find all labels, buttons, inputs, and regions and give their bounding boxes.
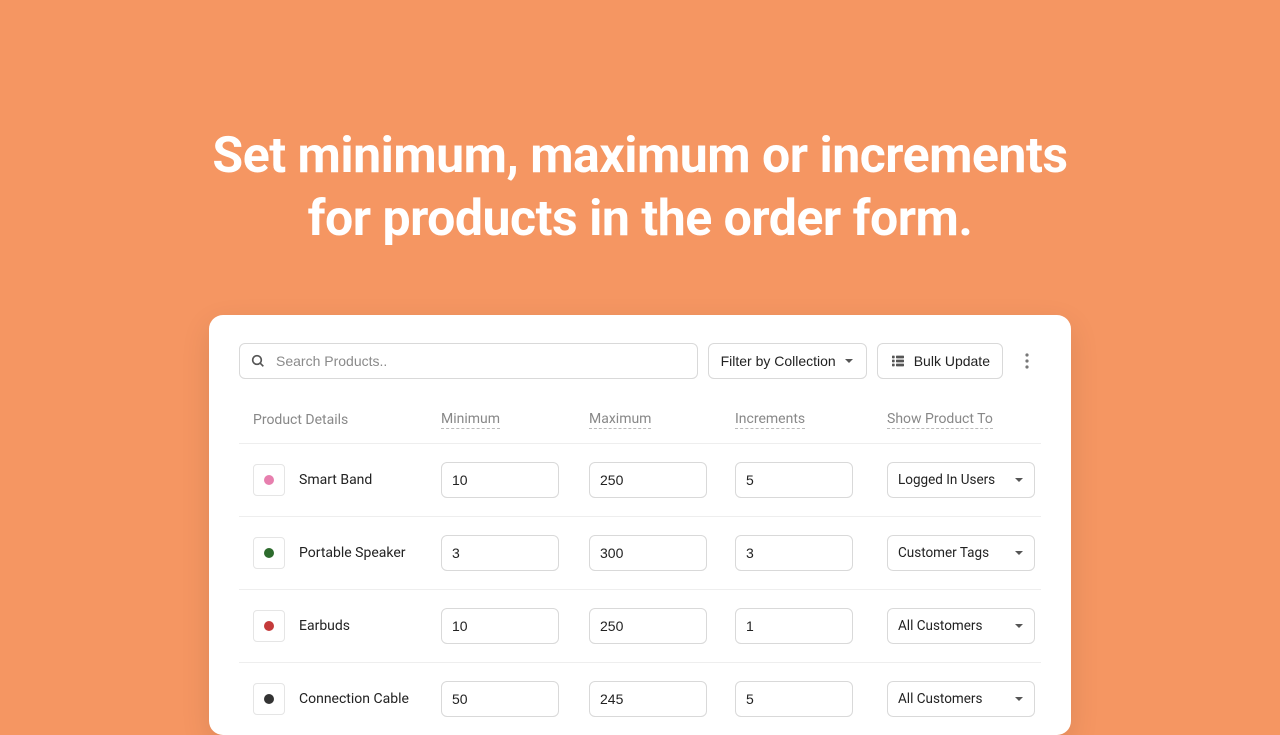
chevron-down-icon: [1014, 548, 1024, 558]
col-product: Product Details: [253, 412, 441, 428]
product-thumb: [253, 464, 285, 496]
product-name: Earbuds: [299, 618, 350, 634]
minimum-input[interactable]: [441, 535, 559, 571]
product-cell: Earbuds: [253, 610, 441, 642]
hero-line-1: Set minimum, maximum or increments: [212, 127, 1067, 185]
minimum-input[interactable]: [441, 681, 559, 717]
increments-input[interactable]: [735, 535, 853, 571]
table-row: Portable Speaker Customer Tags: [239, 516, 1041, 589]
product-name: Connection Cable: [299, 691, 409, 707]
chevron-down-icon: [1014, 475, 1024, 485]
minimum-input[interactable]: [441, 608, 559, 644]
minimum-input[interactable]: [441, 462, 559, 498]
search-input[interactable]: [276, 353, 687, 369]
product-thumb: [253, 610, 285, 642]
chevron-down-icon: [844, 356, 854, 366]
maximum-input[interactable]: [589, 608, 707, 644]
product-name: Portable Speaker: [299, 545, 406, 561]
more-menu-button[interactable]: [1013, 343, 1041, 379]
col-show: Show Product To: [887, 411, 1055, 429]
filter-collection-button[interactable]: Filter by Collection: [708, 343, 867, 379]
product-icon: [261, 545, 277, 561]
increments-input[interactable]: [735, 681, 853, 717]
show-product-value: Customer Tags: [898, 545, 989, 561]
product-name: Smart Band: [299, 472, 372, 488]
product-icon: [261, 618, 277, 634]
hero-line-2: for products in the order form.: [308, 190, 973, 248]
dots-vertical-icon: [1025, 353, 1029, 369]
maximum-input[interactable]: [589, 681, 707, 717]
increments-input[interactable]: [735, 608, 853, 644]
table-row: Connection Cable All Customers: [239, 662, 1041, 735]
product-icon: [261, 691, 277, 707]
increments-input[interactable]: [735, 462, 853, 498]
show-product-select[interactable]: Logged In Users: [887, 462, 1035, 498]
maximum-input[interactable]: [589, 462, 707, 498]
col-min: Minimum: [441, 411, 589, 429]
settings-card: Filter by Collection Bulk Update Product…: [209, 315, 1071, 735]
product-cell: Portable Speaker: [253, 537, 441, 569]
show-product-value: All Customers: [898, 618, 982, 634]
product-thumb: [253, 537, 285, 569]
chevron-down-icon: [1014, 621, 1024, 631]
product-cell: Smart Band: [253, 464, 441, 496]
products-table: Product Details Minimum Maximum Incremen…: [239, 401, 1041, 735]
show-product-select[interactable]: Customer Tags: [887, 535, 1035, 571]
toolbar: Filter by Collection Bulk Update: [239, 343, 1041, 379]
show-product-select[interactable]: All Customers: [887, 681, 1035, 717]
filter-collection-label: Filter by Collection: [721, 353, 836, 369]
show-product-value: All Customers: [898, 691, 982, 707]
show-product-select[interactable]: All Customers: [887, 608, 1035, 644]
col-max: Maximum: [589, 411, 735, 429]
search-input-wrap[interactable]: [239, 343, 698, 379]
product-cell: Connection Cable: [253, 683, 441, 715]
table-header: Product Details Minimum Maximum Incremen…: [239, 401, 1041, 443]
table-row: Earbuds All Customers: [239, 589, 1041, 662]
bulk-update-label: Bulk Update: [914, 353, 990, 369]
show-product-value: Logged In Users: [898, 472, 995, 488]
product-icon: [261, 472, 277, 488]
bulk-update-button[interactable]: Bulk Update: [877, 343, 1003, 379]
product-thumb: [253, 683, 285, 715]
list-icon: [890, 353, 906, 369]
search-icon: [250, 353, 266, 369]
hero-title: Set minimum, maximum or increments for p…: [0, 0, 1280, 250]
maximum-input[interactable]: [589, 535, 707, 571]
col-inc: Increments: [735, 411, 887, 429]
table-row: Smart Band Logged In Users: [239, 443, 1041, 516]
chevron-down-icon: [1014, 694, 1024, 704]
